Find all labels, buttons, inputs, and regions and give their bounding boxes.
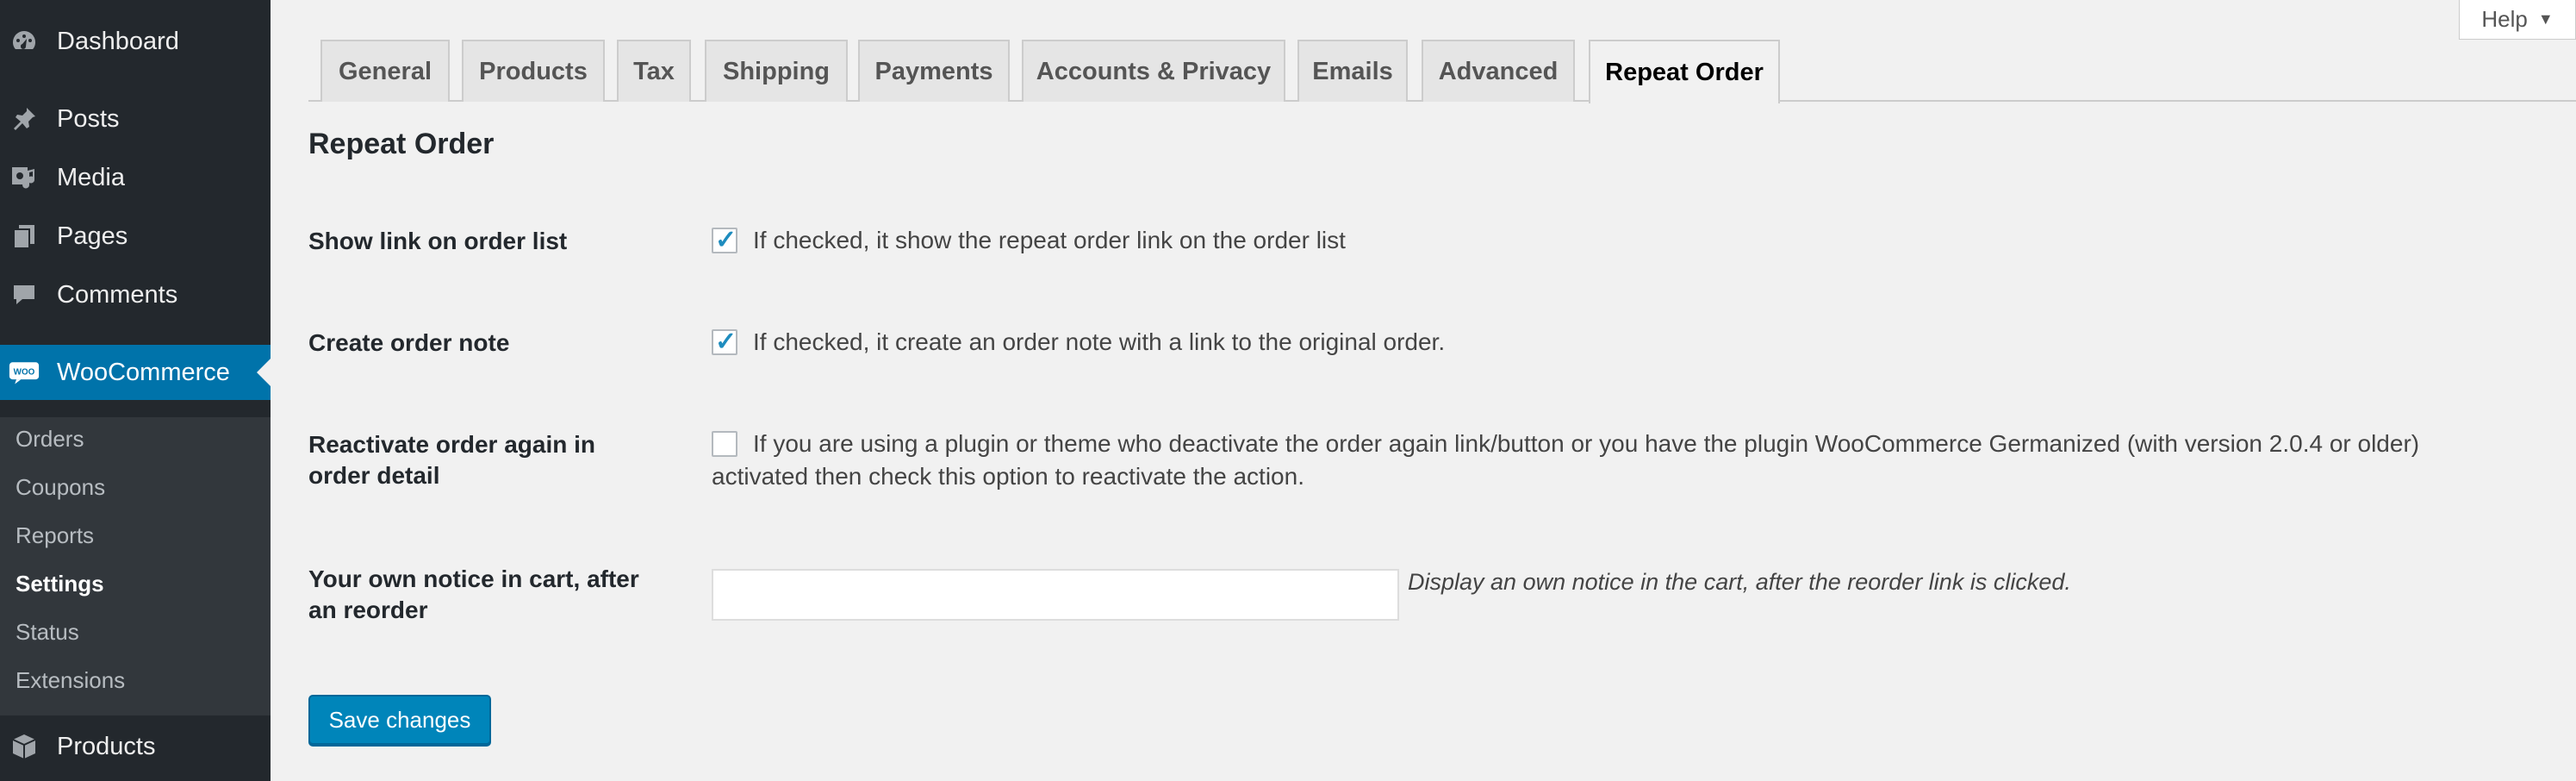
notice-label-line2: an reorder: [308, 597, 428, 623]
sidebar-item-woocommerce[interactable]: WOO WooCommerce: [0, 345, 271, 400]
reactivate-description-line2: activated then check this option to reac…: [712, 463, 1304, 490]
reactivate-description-line1: If you are using a plugin or theme who d…: [753, 430, 2420, 457]
sidebar-item-comments[interactable]: Comments: [0, 269, 271, 321]
sidebar-item-label: Pages: [57, 222, 128, 250]
box-icon: [9, 731, 40, 762]
svg-text:WOO: WOO: [14, 368, 35, 378]
sidebar-item-label: Media: [57, 163, 125, 191]
submenu-item-coupons[interactable]: Coupons: [16, 474, 105, 501]
woocommerce-submenu: Orders Coupons Reports Settings Status E…: [0, 417, 271, 715]
sidebar-item-products[interactable]: Products: [0, 721, 271, 772]
tab-accounts-privacy[interactable]: Accounts & Privacy: [1022, 40, 1285, 102]
submenu-item-reports[interactable]: Reports: [16, 522, 94, 549]
submenu-item-extensions[interactable]: Extensions: [16, 667, 125, 694]
reactivate-label-line1: Reactivate order again in: [308, 431, 596, 458]
create-note-label: Create order note: [308, 329, 510, 356]
sidebar-item-dashboard[interactable]: Dashboard: [0, 16, 271, 67]
sidebar-item-posts[interactable]: Posts: [0, 93, 271, 145]
tab-general[interactable]: General: [320, 40, 450, 102]
sidebar-item-label: WooCommerce: [57, 358, 230, 386]
checkmark-icon: ✓: [715, 226, 737, 254]
page-title: Repeat Order: [308, 128, 495, 160]
cart-notice-input[interactable]: [712, 569, 1399, 621]
help-label: Help: [2481, 6, 2528, 32]
dashboard-icon: [9, 26, 40, 57]
tab-products[interactable]: Products: [462, 40, 605, 102]
submenu-item-status[interactable]: Status: [16, 619, 79, 646]
tab-advanced[interactable]: Advanced: [1422, 40, 1575, 102]
show-link-description: If checked, it show the repeat order lin…: [753, 227, 1346, 253]
reactivate-label-line2: order detail: [308, 462, 440, 489]
notice-label-line1: Your own notice in cart, after: [308, 565, 639, 592]
sidebar-item-label: Posts: [57, 104, 120, 133]
caret-down-icon: ▼: [2537, 10, 2554, 28]
sidebar-item-label: Comments: [57, 280, 178, 309]
checkmark-icon: ✓: [715, 328, 737, 356]
admin-sidebar: Dashboard Posts Media Pages Comments WOO…: [0, 0, 271, 781]
tab-emails[interactable]: Emails: [1297, 40, 1408, 102]
show-link-checkbox[interactable]: ✓: [712, 226, 737, 254]
notice-label: Your own notice in cart, after an reorde…: [308, 564, 653, 626]
sidebar-item-pages[interactable]: Pages: [0, 210, 271, 262]
tab-payments[interactable]: Payments: [858, 40, 1010, 102]
tab-tax[interactable]: Tax: [617, 40, 691, 102]
show-link-label: Show link on order list: [308, 228, 568, 254]
sidebar-item-media[interactable]: Media: [0, 152, 271, 203]
sidebar-item-label: Products: [57, 732, 156, 760]
sidebar-item-label: Dashboard: [57, 27, 179, 55]
submenu-item-orders[interactable]: Orders: [16, 426, 84, 453]
submenu-item-settings[interactable]: Settings: [16, 571, 104, 597]
reactivate-label: Reactivate order again in order detail: [308, 429, 653, 491]
comment-icon: [9, 279, 40, 310]
tab-repeat-order[interactable]: Repeat Order: [1589, 40, 1780, 103]
settings-tabs: General Products Tax Shipping Payments A…: [308, 40, 2576, 103]
notice-description: Display an own notice in the cart, after…: [1408, 569, 2071, 595]
help-tab-button[interactable]: Help ▼: [2459, 0, 2576, 40]
media-icon: [9, 162, 40, 193]
pages-icon: [9, 221, 40, 252]
reactivate-checkbox[interactable]: [712, 431, 737, 457]
create-note-description: If checked, it create an order note with…: [753, 328, 1446, 355]
create-note-checkbox[interactable]: ✓: [712, 328, 737, 356]
woo-icon: WOO: [9, 357, 40, 388]
tab-shipping[interactable]: Shipping: [705, 40, 848, 102]
pin-icon: [9, 103, 40, 134]
save-changes-button[interactable]: Save changes: [308, 695, 491, 745]
